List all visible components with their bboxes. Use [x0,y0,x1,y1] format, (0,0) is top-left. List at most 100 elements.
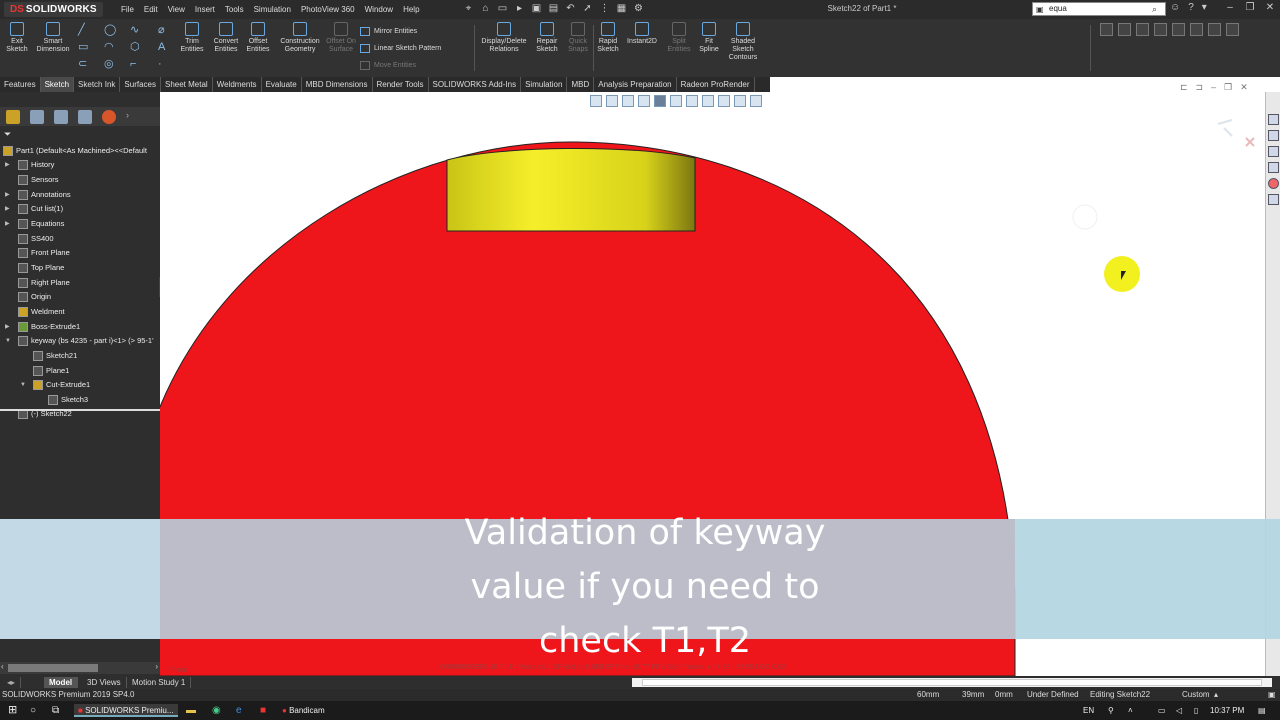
expand-icon[interactable]: ▶ [5,202,10,216]
polygon-tool-icon[interactable]: ⬡ [130,41,140,53]
tree-item-plane1[interactable]: Plane1 [0,364,160,378]
arc-tool-icon[interactable]: ◠ [104,41,114,53]
appearances-icon[interactable] [1268,178,1279,189]
tab-sketch-ink[interactable]: Sketch Ink [74,77,121,92]
tab-simulation[interactable]: Simulation [521,77,568,92]
tree-item-cut-extrude1[interactable]: ▼ Cut-Extrude1 [0,378,160,392]
expand-icon[interactable]: ▶ [5,320,10,334]
tab-mbd-dimensions[interactable]: MBD Dimensions [302,77,373,92]
configuration-manager-tab-icon[interactable] [54,109,68,124]
viewport-minimize-icon[interactable]: – [1211,82,1216,93]
menu-help[interactable]: Help [398,3,424,16]
text-tool-icon[interactable]: A [158,41,165,53]
tab-evaluate[interactable]: Evaluate [262,77,302,92]
menu-file[interactable]: File [116,3,139,16]
linear-sketch-pattern-button[interactable]: Linear Sketch Pattern [360,44,441,53]
trim-entities-button[interactable]: Trim Entities [176,22,208,54]
collapse-icon[interactable]: ▼ [20,378,26,392]
taskbar-app-bandicam[interactable]: ● Bandicam [282,704,325,717]
view-settings-icon[interactable] [734,95,746,107]
display-delete-relations-button[interactable]: Display/Delete Relations [478,22,530,54]
tab-nav-icon[interactable]: ◂▸ [2,677,22,688]
hide-show-items-icon[interactable] [686,95,698,107]
tree-item-top-plane[interactable]: Top Plane [0,261,160,275]
volume-icon[interactable]: ◁ [1176,704,1182,717]
mirror-entities-button[interactable]: Mirror Entities [360,27,417,36]
rectangle-tool-icon[interactable]: ▭ [78,41,88,53]
tree-item-boss-extrude[interactable]: ▶ Boss-Extrude1 [0,320,160,334]
tab-analysis-preparation[interactable]: Analysis Preparation [594,77,677,92]
smart-dimension-button[interactable]: Smart Dimension [32,22,74,54]
menu-simulation[interactable]: Simulation [249,3,296,16]
tree-item-annotations[interactable]: ▶ Annotations [0,188,160,202]
help-dropdown-icon[interactable]: ▾ [1202,2,1207,13]
scroll-thumb[interactable] [642,679,1262,686]
tab-sheet-metal[interactable]: Sheet Metal [161,77,213,92]
menu-view[interactable]: View [163,3,190,16]
magnifier-icon[interactable]: ⌕ [1152,3,1157,15]
print-icon[interactable]: ▤ [547,2,560,15]
toolbar-icon[interactable] [1154,23,1167,36]
dimension-tool-icon[interactable]: ⌀ [158,24,165,36]
fillet-tool-icon[interactable]: ⌐ [130,58,136,70]
construction-geometry-button[interactable]: Construction Geometry [276,22,324,54]
scroll-left-icon[interactable]: ‹ [1,662,4,671]
unit-system[interactable]: Custom [1182,690,1210,699]
taskbar-app-solidworks[interactable]: ■ SOLIDWORKS Premiu... [74,704,178,717]
file-explorer-taskbar-icon[interactable]: ▬ [186,704,196,717]
clock-time[interactable]: 10:37 PM [1210,704,1244,717]
tab-render-tools[interactable]: Render Tools [373,77,429,92]
new-window-icon[interactable]: ⊐ [1196,82,1204,93]
user-icon[interactable]: ☺ [1170,2,1180,13]
repair-sketch-button[interactable]: Repair Sketch [532,22,562,54]
tree-item-material[interactable]: SS400 [0,232,160,246]
tree-item-equations[interactable]: ▶ Equations [0,217,160,231]
battery-icon[interactable]: ▯ [1194,704,1198,717]
move-entities-button[interactable]: Move Entities [360,61,416,70]
exit-sketch-button[interactable]: Exit Sketch [4,22,30,54]
zoom-to-fit-icon[interactable] [590,95,602,107]
tab-motion-study[interactable]: Motion Study 1 [127,677,192,688]
open-icon[interactable]: ▸ [513,2,526,15]
property-manager-tab-icon[interactable] [30,109,44,124]
toolbar-icon[interactable] [1190,23,1203,36]
save-icon[interactable]: ▣ [530,2,543,15]
select-icon[interactable]: ➚ [581,2,594,15]
tree-item-cut-list[interactable]: ▶ Cut list(1) [0,202,160,216]
minimize-icon[interactable]: – [1224,2,1236,13]
units-dropdown-icon[interactable]: ▴ [1214,690,1218,699]
tree-item-right-plane[interactable]: Right Plane [0,276,160,290]
people-icon[interactable]: ⚲ [1108,704,1114,717]
new-document-icon[interactable]: ▭ [496,2,509,15]
viewport-horizontal-scrollbar[interactable] [632,678,1272,687]
tab-surfaces[interactable]: Surfaces [120,77,161,92]
keyway-slot[interactable] [446,147,696,232]
tree-item-sketch21[interactable]: Sketch21 [0,349,160,363]
tray-chevron-icon[interactable]: ˄ [1128,704,1133,717]
viewport-restore-icon[interactable]: ❐ [1224,82,1232,93]
restore-icon[interactable]: ❐ [1244,2,1256,13]
chrome-icon[interactable]: ◉ [212,704,221,717]
toolbar-icon[interactable] [1118,23,1131,36]
circle-tool-icon[interactable]: ◯ [104,24,116,36]
display-pane-icon[interactable] [750,95,762,107]
rapid-sketch-button[interactable]: Rapid Sketch [595,22,621,54]
offset-entities-button[interactable]: Offset Entities [243,22,273,54]
expand-icon[interactable]: ▶ [5,188,10,202]
tab-radeon-prorender[interactable]: Radeon ProRender [677,77,755,92]
help-question-icon[interactable]: ? [1188,2,1194,13]
file-properties-icon[interactable]: ▦ [615,2,628,15]
previous-view-icon[interactable] [622,95,634,107]
filter-icon[interactable]: ⏷ [4,129,11,140]
view-orientation-icon[interactable] [654,95,666,107]
network-icon[interactable]: ▭ [1158,704,1166,717]
traffic-light-icon[interactable]: ⋮ [598,2,611,15]
windows-start-icon[interactable]: ⊞ [8,704,17,717]
tree-item-front-plane[interactable]: Front Plane [0,246,160,260]
ellipse-tool-icon[interactable]: ◎ [104,58,114,70]
quick-snaps-button[interactable]: Quick Snaps [564,22,592,54]
display-manager-tab-icon[interactable] [102,109,116,124]
panel-horizontal-scrollbar[interactable]: ‹ › [0,662,160,674]
home-icon[interactable]: ⌂ [479,2,492,15]
search-scope-icon[interactable]: ▣ [1036,4,1044,16]
